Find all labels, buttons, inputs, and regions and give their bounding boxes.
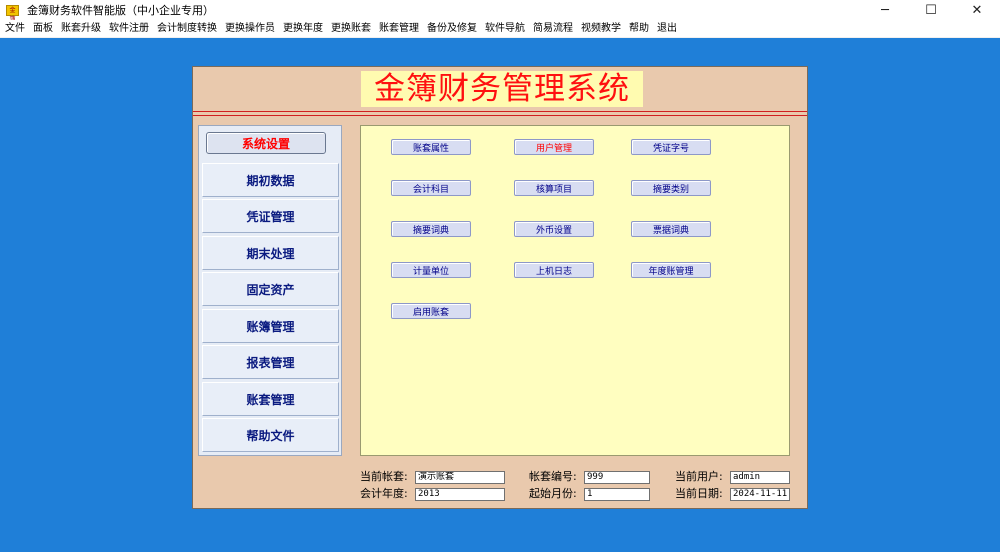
module-nav: 系统设置 期初数据 凭证管理 期末处理 固定资产 账簿管理 报表管理 账套管理 … — [198, 125, 342, 456]
nav-opening-data[interactable]: 期初数据 — [202, 163, 339, 197]
title-divider — [193, 115, 807, 116]
menu-bar: 文件 面板 账套升级 软件注册 会计制度转换 更换操作员 更换年度 更换账套 账… — [0, 20, 1000, 38]
system-title: 金簿财务管理系统 — [361, 71, 643, 107]
bill-dictionary-button[interactable]: 票据词典 — [631, 221, 711, 237]
accounting-year-field: 2013 — [415, 488, 505, 501]
nav-fixed-assets[interactable]: 固定资产 — [202, 272, 339, 306]
current-date-field: 2024-11-11 — [730, 488, 790, 501]
menu-upgrade-set[interactable]: 账套升级 — [57, 20, 105, 38]
annual-account-button[interactable]: 年度账管理 — [631, 262, 711, 278]
measurement-unit-button[interactable]: 计量单位 — [391, 262, 471, 278]
account-set-properties-button[interactable]: 账套属性 — [391, 139, 471, 155]
menu-file[interactable]: 文件 — [0, 20, 29, 38]
summary-dictionary-button[interactable]: 摘要词典 — [391, 221, 471, 237]
current-user-label: 当前用户: — [675, 470, 723, 483]
login-log-button[interactable]: 上机日志 — [514, 262, 594, 278]
nav-report-management[interactable]: 报表管理 — [202, 345, 339, 379]
main-panel: 金簿财务管理系统 系统设置 期初数据 凭证管理 期末处理 固定资产 账簿管理 报… — [192, 66, 808, 509]
accounting-subjects-button[interactable]: 会计科目 — [391, 180, 471, 196]
set-number-field: 999 — [584, 471, 650, 484]
current-set-label: 当前帐套: — [360, 470, 408, 483]
app-logo-icon: 金簿 — [6, 4, 19, 23]
menu-change-set[interactable]: 更换账套 — [327, 20, 375, 38]
window-titlebar: 金簿 金簿财务软件智能版（中小企业专用） ─ ☐ ✕ — [0, 0, 1000, 23]
current-user-field: admin — [730, 471, 790, 484]
menu-change-operator[interactable]: 更换操作员 — [221, 20, 279, 38]
start-month-label: 起始月份: — [529, 487, 577, 500]
menu-backup-repair[interactable]: 备份及修复 — [423, 20, 481, 38]
menu-navigation[interactable]: 软件导航 — [481, 20, 529, 38]
maximize-button[interactable]: ☐ — [908, 0, 954, 20]
nav-set-management[interactable]: 账套管理 — [202, 382, 339, 416]
user-management-button[interactable]: 用户管理 — [514, 139, 594, 155]
start-month-field: 1 — [584, 488, 650, 501]
menu-set-management[interactable]: 账套管理 — [375, 20, 423, 38]
current-date-label: 当前日期: — [675, 487, 723, 500]
nav-period-end[interactable]: 期末处理 — [202, 236, 339, 270]
menu-exit[interactable]: 退出 — [653, 20, 681, 38]
window-controls: ─ ☐ ✕ — [862, 0, 1000, 20]
menu-help[interactable]: 帮助 — [625, 20, 653, 38]
set-number-label: 帐套编号: — [529, 470, 577, 483]
current-set-field: 演示账套 — [415, 471, 505, 484]
currency-settings-button[interactable]: 外币设置 — [514, 221, 594, 237]
window-title: 金簿财务软件智能版（中小企业专用） — [27, 4, 214, 17]
menu-simple-flow[interactable]: 简易流程 — [529, 20, 577, 38]
menu-register[interactable]: 软件注册 — [105, 20, 153, 38]
menu-video-tutorial[interactable]: 视频教学 — [577, 20, 625, 38]
title-divider — [193, 111, 807, 112]
desktop-area: 金簿财务管理系统 系统设置 期初数据 凭证管理 期末处理 固定资产 账簿管理 报… — [0, 38, 1000, 552]
menu-panel[interactable]: 面板 — [29, 20, 57, 38]
menu-change-year[interactable]: 更换年度 — [279, 20, 327, 38]
nav-voucher-management[interactable]: 凭证管理 — [202, 199, 339, 233]
menu-system-convert[interactable]: 会计制度转换 — [153, 20, 221, 38]
close-button[interactable]: ✕ — [954, 0, 1000, 20]
nav-help-files[interactable]: 帮助文件 — [202, 418, 339, 452]
enable-set-button[interactable]: 启用账套 — [391, 303, 471, 319]
accounting-year-label: 会计年度: — [360, 487, 408, 500]
function-panel: 账套属性 用户管理 凭证字号 会计科目 核算项目 摘要类别 摘要词典 外币设置 … — [360, 125, 790, 456]
minimize-button[interactable]: ─ — [862, 0, 908, 20]
accounting-items-button[interactable]: 核算项目 — [514, 180, 594, 196]
nav-system-settings[interactable]: 系统设置 — [206, 132, 326, 154]
summary-category-button[interactable]: 摘要类别 — [631, 180, 711, 196]
nav-ledger-management[interactable]: 账簿管理 — [202, 309, 339, 343]
voucher-word-button[interactable]: 凭证字号 — [631, 139, 711, 155]
